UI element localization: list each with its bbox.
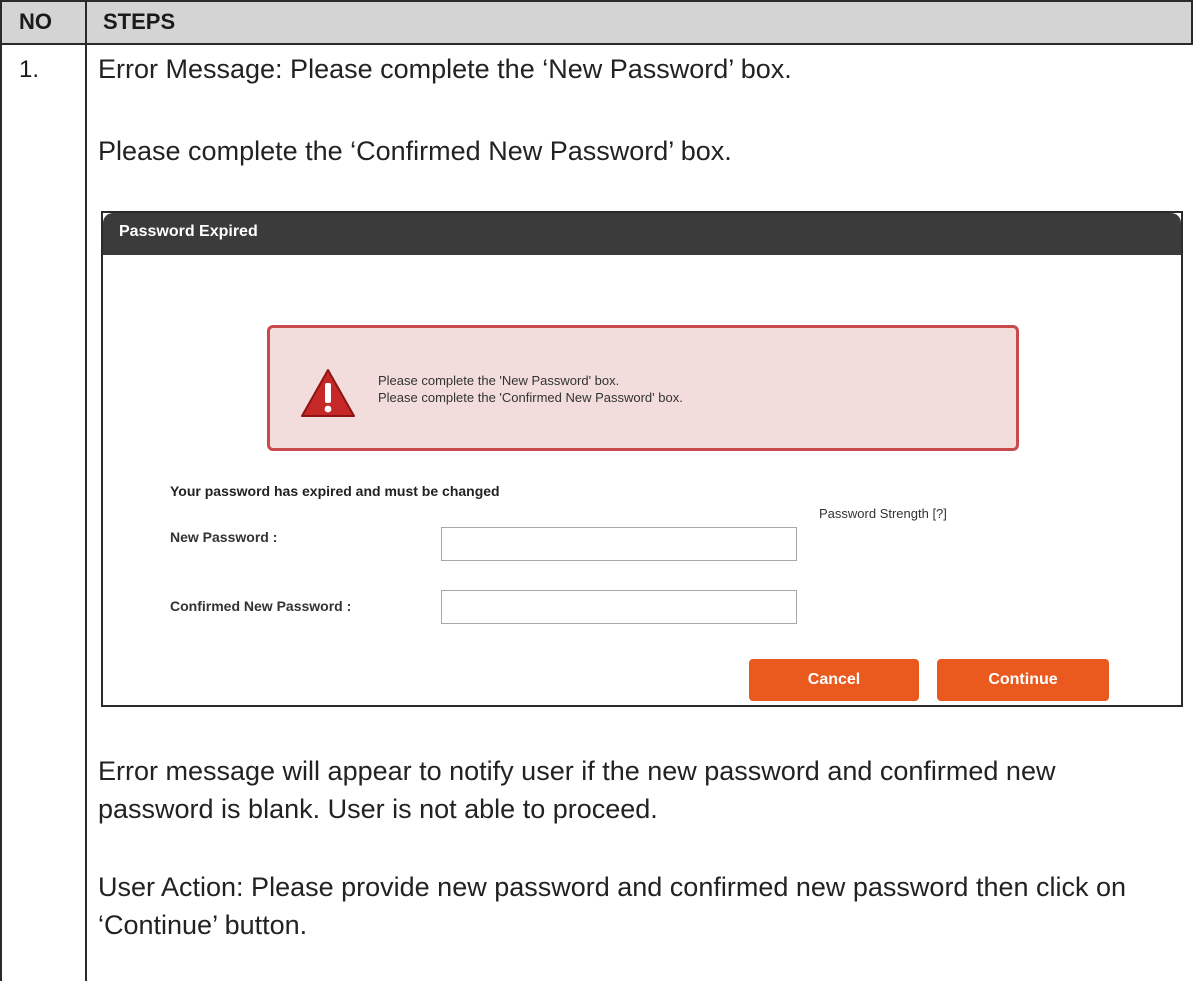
confirmed-password-label: Confirmed New Password : xyxy=(170,598,352,614)
cancel-button[interactable]: Cancel xyxy=(749,659,919,701)
error-message-new-password: Please complete the 'New Password' box. xyxy=(378,373,620,388)
steps-table: NO STEPS 1. Error Message: Please comple… xyxy=(0,0,1193,981)
table-header-row xyxy=(0,0,1193,44)
new-password-label: New Password : xyxy=(170,529,278,545)
error-message-confirmed-password: Please complete the 'Confirmed New Passw… xyxy=(378,390,683,405)
user-action: User Action: Please provide new password… xyxy=(98,872,1127,940)
table-border-top xyxy=(0,0,1193,2)
header-steps: STEPS xyxy=(103,9,176,34)
step-number: 1. xyxy=(19,56,40,83)
error-message-box: Please complete the 'New Password' box. … xyxy=(267,325,1019,451)
table-column-divider xyxy=(85,0,87,981)
error-message-line-2: Please complete the ‘Confirmed New Passw… xyxy=(98,136,732,166)
password-expired-notice: Your password has expired and must be ch… xyxy=(170,483,500,499)
warning-icon xyxy=(301,369,355,417)
new-password-field[interactable] xyxy=(441,527,797,561)
table-header-divider xyxy=(0,43,1193,45)
password-strength-help[interactable]: Password Strength [?] xyxy=(819,506,947,521)
step-description: Error message will appear to notify user… xyxy=(98,756,1056,824)
table-border-left xyxy=(0,0,2,981)
password-expired-dialog: Password Expired Please complete the 'Ne… xyxy=(101,211,1183,707)
dialog-title-bar: Password Expired xyxy=(103,213,1181,255)
error-message-line-1: Error Message: Please complete the ‘New … xyxy=(98,54,792,84)
confirmed-password-field[interactable] xyxy=(441,590,797,624)
dialog-title: Password Expired xyxy=(119,223,258,240)
header-no: NO xyxy=(19,9,52,34)
continue-button[interactable]: Continue xyxy=(937,659,1109,701)
